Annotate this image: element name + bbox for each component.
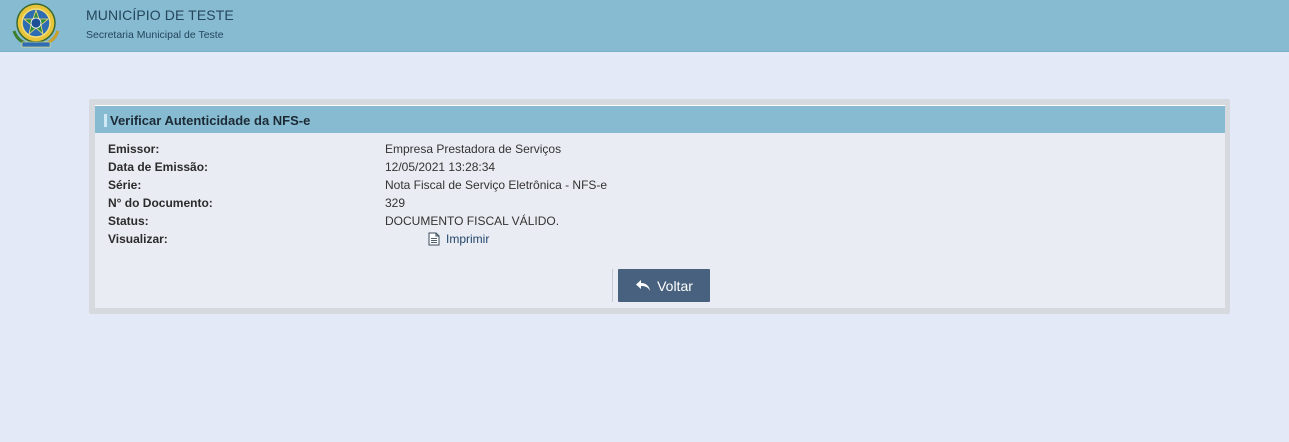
verification-panel-body: Verificar Autenticidade da NFS-e Emissor… [95,105,1225,308]
secretariat-name: Secretaria Municipal de Teste [86,29,224,41]
status-value: DOCUMENTO FISCAL VÁLIDO. [385,214,560,228]
view-label: Visualizar: [108,232,168,246]
issuer-label: Emissor: [108,142,160,156]
top-header-bar: MUNICÍPIO DE TESTE Secretaria Municipal … [0,0,1289,52]
panel-header: Verificar Autenticidade da NFS-e [95,106,1225,133]
municipality-name: MUNICÍPIO DE TESTE [86,7,234,23]
status-label: Status: [108,214,149,228]
print-link-label[interactable]: Imprimir [446,232,489,246]
verification-panel: Verificar Autenticidade da NFS-e Emissor… [89,99,1230,314]
series-value: Nota Fiscal de Serviço Eletrônica - NFS-… [385,178,608,192]
coat-of-arms-icon [12,3,60,48]
document-icon [428,232,440,246]
panel-title: Verificar Autenticidade da NFS-e [110,113,311,128]
back-button-label: Voltar [657,277,693,294]
reply-arrow-icon [636,280,651,291]
document-number-label: N° do Documento: [108,196,213,210]
print-link[interactable]: Imprimir [428,232,489,246]
issue-date-label: Data de Emissão: [108,160,209,174]
issuer-value: Empresa Prestadora de Serviços [385,142,562,156]
header-accent-bar [104,114,107,127]
issue-date-value: 12/05/2021 13:28:34 [385,160,496,174]
document-number-value: 329 [385,196,406,210]
series-label: Série: [108,178,142,192]
button-divider [612,269,613,302]
back-button[interactable]: Voltar [618,269,710,302]
